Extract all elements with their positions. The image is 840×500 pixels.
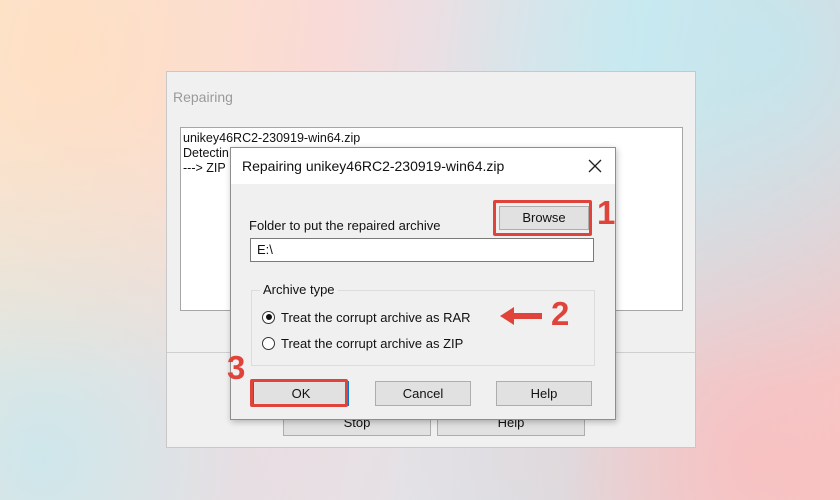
step-3-label: 3 — [227, 349, 246, 386]
step-2-label: 2 — [551, 295, 570, 332]
folder-path-input[interactable]: E:\ — [250, 238, 594, 262]
archive-type-group: Archive type Treat the corrupt archive a… — [251, 282, 595, 366]
close-button[interactable] — [575, 148, 615, 184]
browse-highlight — [493, 200, 592, 236]
radio-option-rar[interactable]: Treat the corrupt archive as RAR — [262, 308, 471, 326]
step-1-label: 1 — [597, 194, 616, 231]
log-line: unikey46RC2-230919-win64.zip — [183, 131, 361, 145]
radio-button[interactable] — [262, 336, 275, 350]
dialog-title: Repairing unikey46RC2-230919-win64.zip — [242, 158, 505, 174]
help-button[interactable]: Help — [496, 381, 592, 406]
folder-label: Folder to put the repaired archive — [249, 218, 441, 233]
radio-button-checked[interactable] — [262, 310, 275, 324]
archive-type-label: Archive type — [260, 282, 338, 298]
window-title: Repairing — [173, 89, 233, 105]
radio-label: Treat the corrupt archive as ZIP — [281, 335, 464, 351]
radio-option-zip[interactable]: Treat the corrupt archive as ZIP — [262, 334, 463, 352]
cancel-button[interactable]: Cancel — [375, 381, 471, 406]
ok-highlight — [250, 379, 348, 407]
close-icon — [588, 159, 602, 173]
dialog-titlebar: Repairing unikey46RC2-230919-win64.zip — [231, 148, 615, 184]
radio-label: Treat the corrupt archive as RAR — [281, 309, 471, 325]
arrow-left-icon — [500, 307, 542, 325]
